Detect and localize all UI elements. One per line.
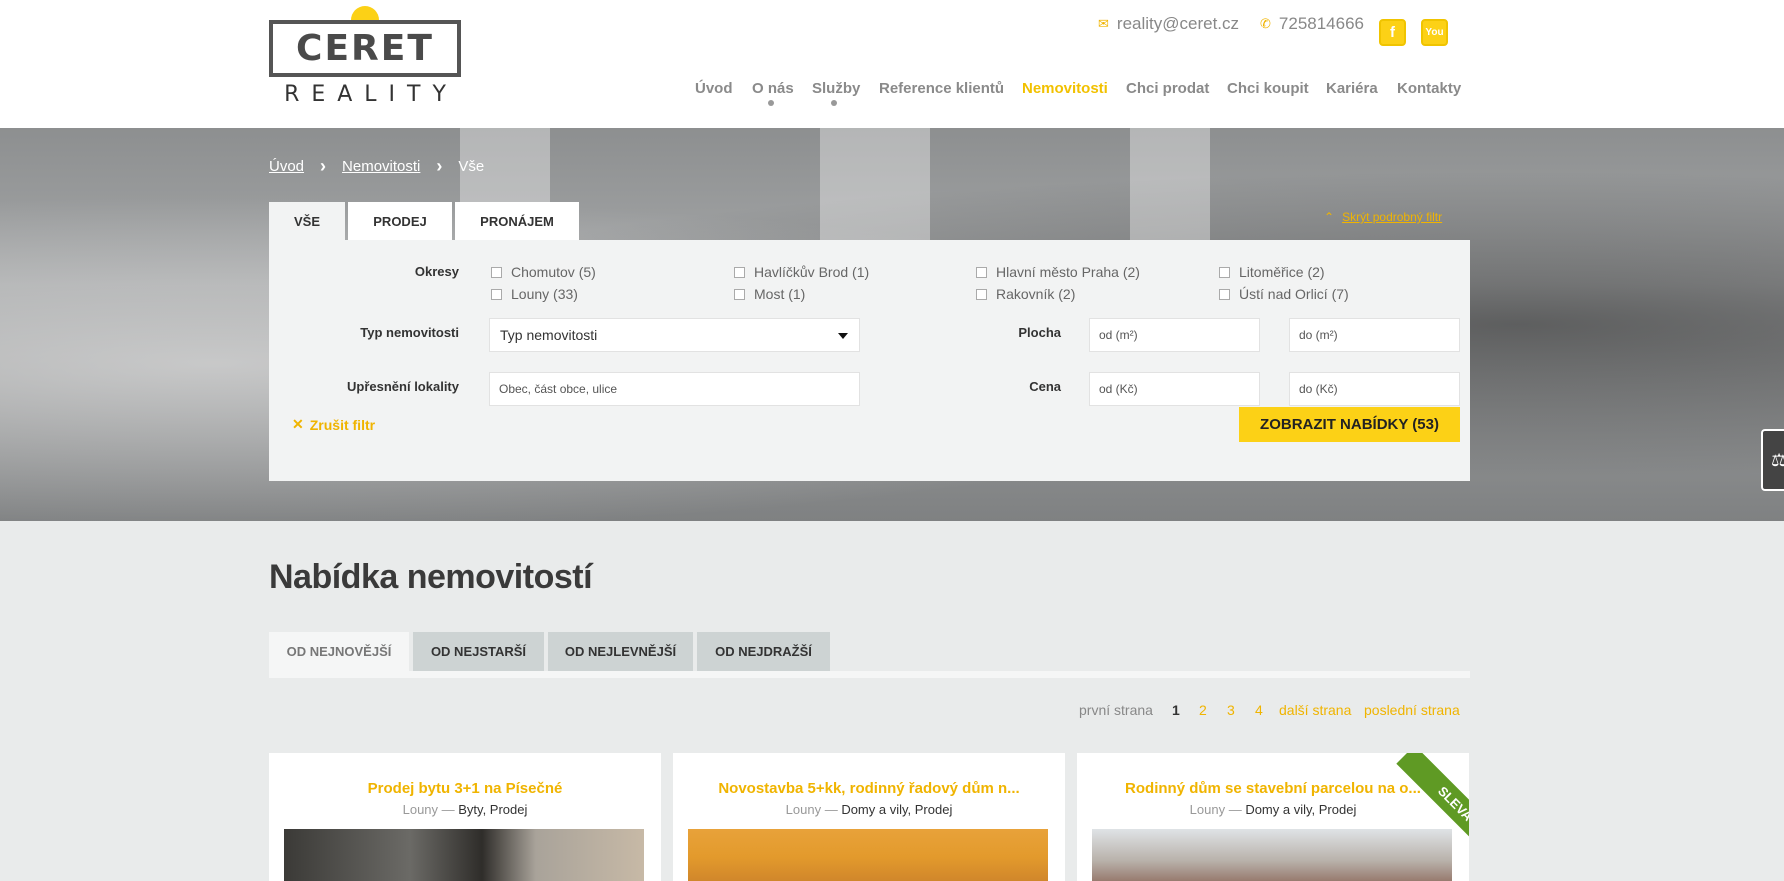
property-card[interactable]: Rodinný dům se stavební parcelou na o...… <box>1077 753 1469 881</box>
close-icon: ✕ <box>292 416 304 432</box>
nav-o-nas[interactable]: O nás <box>752 80 794 97</box>
property-card[interactable]: Novostavba 5+kk, rodinný řadový dům n...… <box>673 753 1065 881</box>
pager-page-1: 1 <box>1172 702 1180 718</box>
email-link[interactable]: ✉ reality@ceret.cz <box>1098 14 1239 34</box>
nav-kariera[interactable]: Kariéra <box>1326 80 1378 97</box>
okresy-label: Okresy <box>414 264 459 279</box>
lokalita-input[interactable]: Obec, část obce, ulice <box>489 372 860 406</box>
nav-reference[interactable]: Reference klientů <box>879 80 1004 97</box>
checkbox-icon <box>976 288 987 300</box>
envelope-icon: ✉ <box>1098 16 1109 31</box>
show-offers-button[interactable]: ZOBRAZIT NABÍDKY (53) <box>1239 407 1460 442</box>
sort-cheapest[interactable]: OD NEJLEVNĚJŠÍ <box>548 632 693 671</box>
cena-od-input[interactable]: od (Kč) <box>1089 372 1260 406</box>
sort-divider <box>269 671 1470 678</box>
nav-chci-koupit[interactable]: Chci koupit <box>1227 80 1309 97</box>
submenu-dot-icon <box>831 100 837 106</box>
nav-kontakty[interactable]: Kontakty <box>1397 80 1461 97</box>
checkbox-icon <box>491 266 502 278</box>
nav-chci-prodat[interactable]: Chci prodat <box>1126 80 1209 97</box>
main-nav: Úvod O nás Služby Reference klientů Nemo… <box>0 80 1784 110</box>
hide-filter-link[interactable]: ⌃ Skrýt podrobný filtr <box>1324 210 1442 224</box>
property-photo[interactable] <box>284 829 644 881</box>
property-meta: Louny — Byty, Prodej <box>402 802 528 817</box>
checkbox-most[interactable]: Most (1) <box>734 286 805 302</box>
facebook-icon[interactable]: f <box>1379 19 1406 46</box>
checkbox-usti-nad-orlici[interactable]: Ústí nad Orlicí (7) <box>1219 286 1349 302</box>
sort-newest[interactable]: OD NEJNOVĚJŠÍ <box>269 632 409 671</box>
checkbox-icon <box>734 266 745 278</box>
checkbox-icon <box>1219 288 1230 300</box>
tab-pronajem[interactable]: PRONÁJEM <box>455 202 579 240</box>
property-photo[interactable] <box>1092 829 1452 881</box>
lokalita-label: Upřesnění lokality <box>347 379 459 394</box>
breadcrumb-nemovitosti[interactable]: Nemovitosti <box>342 158 420 175</box>
phone-icon: ✆ <box>1260 16 1271 31</box>
youtube-icon[interactable]: You <box>1421 19 1448 46</box>
checkbox-icon <box>1219 266 1230 278</box>
property-photo[interactable] <box>688 829 1048 881</box>
tab-vse[interactable]: VŠE <box>269 202 345 240</box>
page-title: Nabídka nemovitostí <box>269 558 593 596</box>
checkbox-icon <box>734 288 745 300</box>
property-title[interactable]: Prodej bytu 3+1 na Písečné <box>269 780 661 797</box>
cena-do-input[interactable]: do (Kč) <box>1289 372 1460 406</box>
phone-link[interactable]: ✆ 725814666 <box>1260 14 1364 34</box>
property-title[interactable]: Novostavba 5+kk, rodinný řadový dům n... <box>673 780 1065 797</box>
contact-bar: ✉ reality@ceret.cz ✆ 725814666 f You <box>0 10 1784 46</box>
checkbox-chomutov[interactable]: Chomutov (5) <box>491 264 596 280</box>
pagination: první strana 1 2 3 4 další strana posled… <box>0 702 1784 722</box>
sort-tabs: OD NEJNOVĚJŠÍ OD NEJSTARŠÍ OD NEJLEVNĚJŠ… <box>269 632 834 671</box>
breadcrumb: Úvod › Nemovitosti › Vše <box>269 156 484 177</box>
chevron-up-icon: ⌃ <box>1324 210 1335 224</box>
sort-oldest[interactable]: OD NEJSTARŠÍ <box>413 632 544 671</box>
breadcrumb-uvod[interactable]: Úvod <box>269 158 304 175</box>
chevron-right-icon: › <box>436 156 443 176</box>
checkbox-havlickuv-brod[interactable]: Havlíčkův Brod (1) <box>734 264 869 280</box>
reset-filter-button[interactable]: ✕ Zrušit filtr <box>292 416 375 433</box>
checkbox-icon <box>491 288 502 300</box>
checkbox-rakovnik[interactable]: Rakovník (2) <box>976 286 1075 302</box>
tab-prodej[interactable]: PRODEJ <box>348 202 452 240</box>
plocha-do-input[interactable]: do (m²) <box>1289 318 1460 352</box>
site-header: CERET REALITY ✉ reality@ceret.cz ✆ 72581… <box>0 0 1784 128</box>
property-meta: Louny — Domy a vily, Prodej <box>1189 802 1357 817</box>
scale-icon: ⚖ <box>1771 449 1784 470</box>
property-meta: Louny — Domy a vily, Prodej <box>785 802 953 817</box>
hero-banner: Úvod › Nemovitosti › Vše VŠE PRODEJ PRON… <box>0 128 1784 521</box>
filter-panel: Okresy Chomutov (5) Havlíčkův Brod (1) H… <box>269 240 1470 481</box>
property-card[interactable]: Prodej bytu 3+1 na Písečné Louny — Byty,… <box>269 753 661 881</box>
nav-uvod[interactable]: Úvod <box>695 80 733 97</box>
pager-first[interactable]: první strana <box>1079 702 1153 718</box>
cena-label: Cena <box>1029 379 1061 394</box>
pager-page-4[interactable]: 4 <box>1255 702 1263 718</box>
pager-page-2[interactable]: 2 <box>1199 702 1207 718</box>
property-title[interactable]: Rodinný dům se stavební parcelou na o... <box>1077 780 1469 797</box>
chevron-right-icon: › <box>320 156 327 176</box>
pager-next[interactable]: další strana <box>1279 702 1351 718</box>
plocha-label: Plocha <box>1018 325 1061 340</box>
checkbox-louny[interactable]: Louny (33) <box>491 286 578 302</box>
caret-down-icon <box>838 333 848 339</box>
typ-label: Typ nemovitosti <box>360 325 459 340</box>
pager-last[interactable]: poslední strana <box>1364 702 1460 718</box>
nav-nemovitosti[interactable]: Nemovitosti <box>1022 80 1108 97</box>
submenu-dot-icon <box>768 100 774 106</box>
sort-most-expensive[interactable]: OD NEJDRAŽŠÍ <box>697 632 830 671</box>
nav-sluzby[interactable]: Služby <box>812 80 860 97</box>
checkbox-praha[interactable]: Hlavní město Praha (2) <box>976 264 1140 280</box>
filter-tabs: VŠE PRODEJ PRONÁJEM <box>269 202 582 240</box>
plocha-od-input[interactable]: od (m²) <box>1089 318 1260 352</box>
pager-page-3[interactable]: 3 <box>1227 702 1235 718</box>
breadcrumb-current: Vše <box>458 158 485 175</box>
compare-tab[interactable]: ⚖ <box>1761 429 1784 491</box>
typ-select[interactable]: Typ nemovitosti <box>489 318 860 352</box>
checkbox-litomerice[interactable]: Litoměřice (2) <box>1219 264 1325 280</box>
checkbox-icon <box>976 266 987 278</box>
